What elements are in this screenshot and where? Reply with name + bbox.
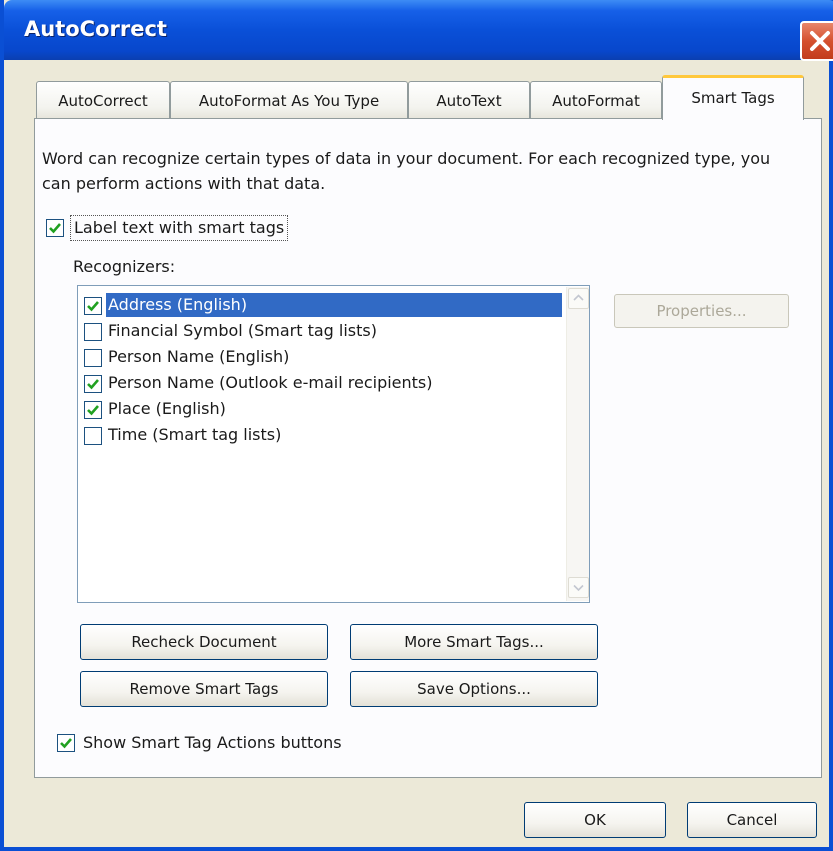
tab-smart-tags[interactable]: Smart Tags bbox=[662, 75, 804, 120]
scroll-down-button[interactable] bbox=[568, 577, 589, 598]
close-icon bbox=[810, 31, 830, 51]
remove-smart-tags-button[interactable]: Remove Smart Tags bbox=[80, 671, 328, 707]
recognizer-checkbox[interactable] bbox=[84, 427, 102, 445]
chevron-down-icon bbox=[573, 584, 584, 592]
checkmark-icon bbox=[87, 379, 99, 390]
list-item-financial-symbol[interactable]: Financial Symbol (Smart tag lists) bbox=[84, 319, 562, 345]
description-text: Word can recognize certain types of data… bbox=[42, 149, 771, 193]
label-text-checkbox-label[interactable]: Label text with smart tags bbox=[70, 215, 289, 241]
chevron-up-icon bbox=[573, 294, 584, 301]
recognizer-checkbox[interactable] bbox=[84, 401, 102, 419]
autocorrect-dialog: AutoCorrect AutoCorrect AutoFormat As Yo… bbox=[0, 0, 833, 851]
list-scrollbar[interactable] bbox=[566, 287, 589, 601]
list-item-person-name-english[interactable]: Person Name (English) bbox=[84, 345, 562, 371]
recognizer-checkbox[interactable] bbox=[84, 349, 102, 367]
tab-autocorrect[interactable]: AutoCorrect bbox=[36, 81, 170, 119]
tab-autotext[interactable]: AutoText bbox=[408, 81, 530, 119]
recheck-document-button[interactable]: Recheck Document bbox=[80, 624, 328, 660]
scroll-up-button[interactable] bbox=[568, 288, 589, 309]
recognizer-checkbox[interactable] bbox=[84, 375, 102, 393]
cancel-button[interactable]: Cancel bbox=[687, 802, 817, 838]
list-item-place-english[interactable]: Place (English) bbox=[84, 397, 562, 423]
recognizers-label: Recognizers: bbox=[73, 257, 176, 276]
checkmark-icon bbox=[60, 738, 72, 749]
checkmark-icon bbox=[87, 301, 99, 312]
show-actions-checkbox-label[interactable]: Show Smart Tag Actions buttons bbox=[83, 733, 342, 752]
list-item-address-english[interactable]: Address (English) bbox=[84, 293, 562, 319]
recognizer-label: Person Name (English) bbox=[108, 347, 290, 366]
recognizer-label: Address (English) bbox=[106, 293, 562, 317]
show-actions-checkbox[interactable] bbox=[57, 734, 75, 752]
checkmark-icon bbox=[49, 223, 61, 234]
save-options-button[interactable]: Save Options... bbox=[350, 671, 598, 707]
label-text-checkbox[interactable] bbox=[46, 219, 64, 237]
properties-button[interactable]: Properties... bbox=[614, 294, 789, 328]
recognizer-label: Financial Symbol (Smart tag lists) bbox=[108, 321, 377, 340]
close-button[interactable] bbox=[800, 21, 833, 61]
checkmark-icon bbox=[87, 405, 99, 416]
recognizers-list[interactable]: Address (English) Financial Symbol (Smar… bbox=[77, 285, 590, 603]
recognizer-checkbox[interactable] bbox=[84, 297, 102, 315]
list-item-person-name-outlook[interactable]: Person Name (Outlook e-mail recipients) bbox=[84, 371, 562, 397]
list-item-time[interactable]: Time (Smart tag lists) bbox=[84, 423, 562, 449]
ok-button[interactable]: OK bbox=[524, 802, 666, 838]
recognizer-label: Time (Smart tag lists) bbox=[108, 425, 282, 444]
recognizer-label: Person Name (Outlook e-mail recipients) bbox=[108, 373, 433, 392]
tab-autoformat[interactable]: AutoFormat bbox=[530, 81, 662, 119]
title-bar[interactable]: AutoCorrect bbox=[4, 0, 833, 61]
recognizer-label: Place (English) bbox=[108, 399, 226, 418]
window-title: AutoCorrect bbox=[24, 17, 167, 41]
tab-autoformat-as-you-type[interactable]: AutoFormat As You Type bbox=[170, 81, 408, 119]
more-smart-tags-button[interactable]: More Smart Tags... bbox=[350, 624, 598, 660]
recognizer-checkbox[interactable] bbox=[84, 323, 102, 341]
